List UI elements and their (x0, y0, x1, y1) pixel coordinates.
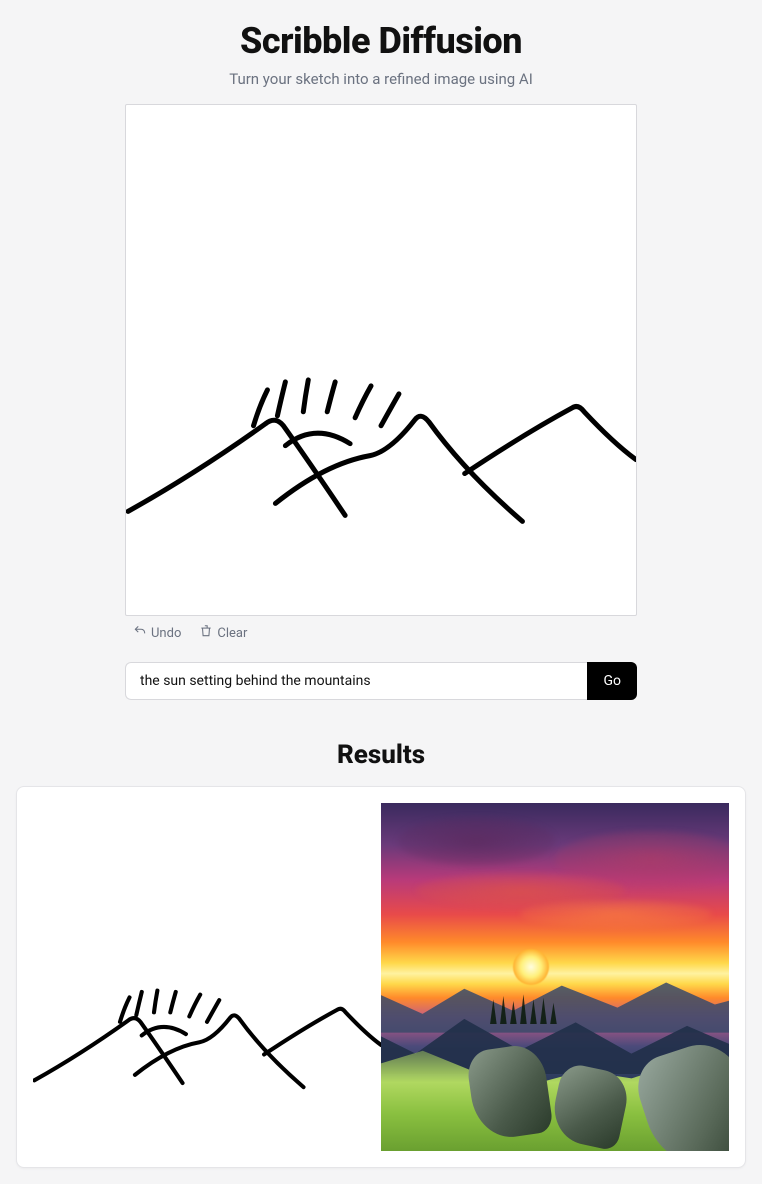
prompt-input[interactable] (125, 662, 587, 700)
clear-label: Clear (217, 626, 247, 641)
page-subtitle: Turn your sketch into a refined image us… (0, 70, 762, 88)
undo-label: Undo (151, 626, 181, 641)
result-generated-image (381, 803, 729, 1151)
trash-icon (199, 624, 213, 642)
undo-button[interactable]: Undo (133, 624, 181, 642)
undo-icon (133, 624, 147, 642)
clear-button[interactable]: Clear (199, 624, 247, 642)
page-title: Scribble Diffusion (0, 20, 762, 62)
sketch-drawing (126, 105, 636, 615)
drawing-canvas[interactable] (125, 104, 637, 616)
canvas-toolbar: Undo Clear (125, 616, 637, 642)
results-heading: Results (0, 740, 762, 770)
result-sketch (33, 803, 381, 1151)
go-button[interactable]: Go (587, 662, 637, 700)
result-card (16, 786, 746, 1168)
